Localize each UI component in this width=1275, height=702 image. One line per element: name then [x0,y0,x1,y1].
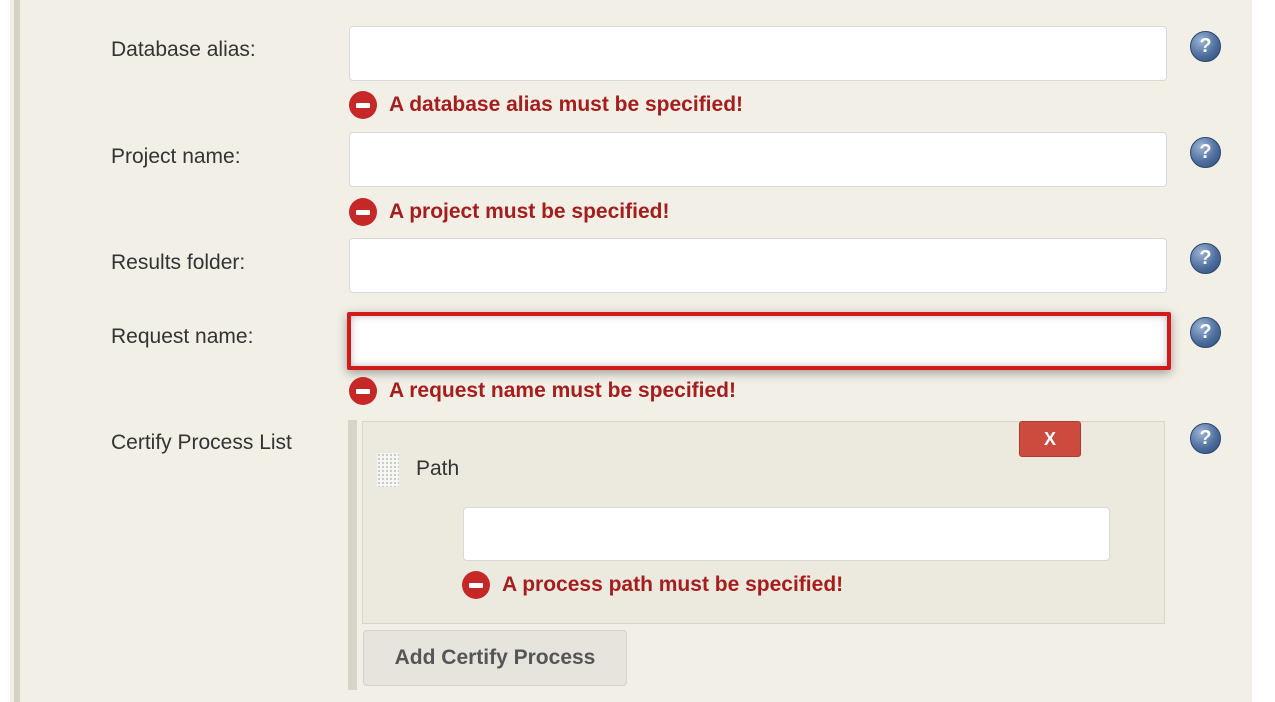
error-minus-icon [349,91,377,119]
drag-handle-icon[interactable] [377,453,399,487]
delete-process-button[interactable]: X [1019,421,1081,457]
panel-left-border [14,0,20,702]
process-path-input[interactable] [463,507,1110,561]
project-name-error-text: A project must be specified! [389,200,670,223]
project-name-help-icon[interactable]: ? [1190,137,1221,168]
repeatable-rail [348,420,357,690]
database-alias-input[interactable] [349,26,1167,81]
request-name-input[interactable] [347,312,1171,370]
process-path-error: A process path must be specified! [462,569,843,601]
request-name-error: A request name must be specified! [349,375,736,407]
process-path-error-text: A process path must be specified! [502,573,844,596]
request-name-label: Request name: [111,325,254,348]
database-alias-label: Database alias: [111,38,256,61]
results-folder-label: Results folder: [111,251,246,274]
project-name-input[interactable] [349,132,1167,187]
request-name-help-icon[interactable]: ? [1190,317,1221,348]
request-name-error-text: A request name must be specified! [389,379,736,402]
database-alias-error-text: A database alias must be specified! [389,93,744,116]
path-label: Path [416,457,460,480]
project-name-error: A project must be specified! [349,196,669,228]
error-minus-icon [462,571,490,599]
database-alias-help-icon[interactable]: ? [1190,31,1221,62]
results-folder-input[interactable] [349,238,1167,293]
certify-process-list-label: Certify Process List [111,431,292,454]
certify-process-list-help-icon[interactable]: ? [1190,423,1221,454]
project-name-label: Project name: [111,145,241,168]
results-folder-help-icon[interactable]: ? [1190,243,1221,274]
database-alias-error: A database alias must be specified! [349,89,743,121]
add-certify-process-button[interactable]: Add Certify Process [363,630,627,686]
error-minus-icon [349,377,377,405]
error-minus-icon [349,198,377,226]
